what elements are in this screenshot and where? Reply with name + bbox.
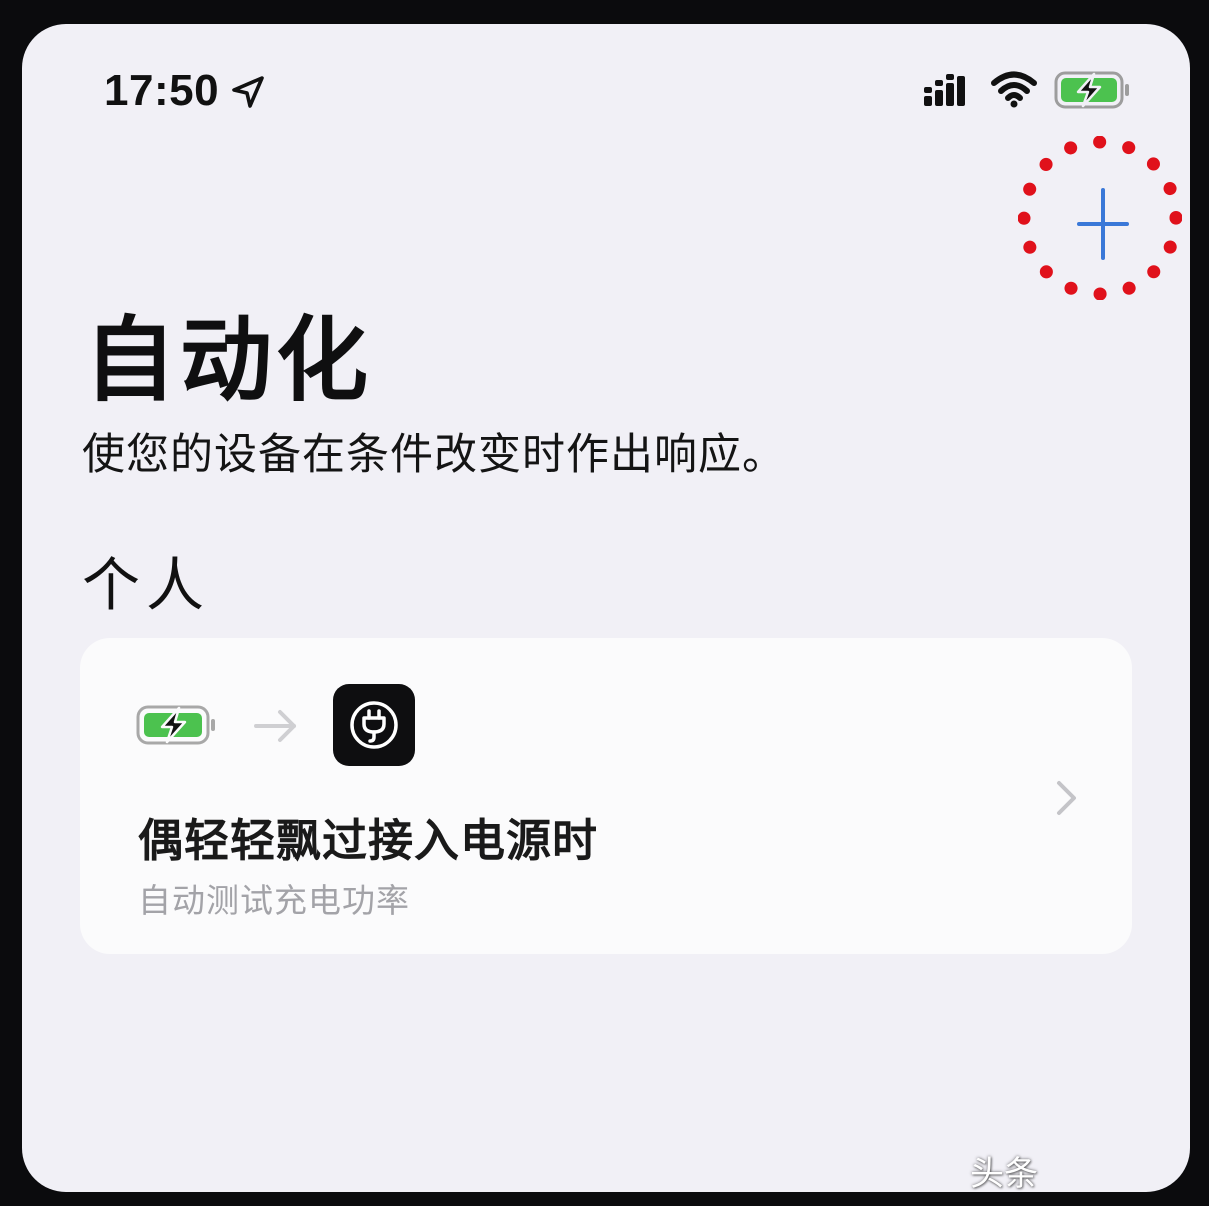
battery-charging-icon — [1054, 71, 1129, 109]
arrow-right-icon — [254, 710, 296, 742]
chevron-right-icon[interactable] — [1052, 778, 1082, 818]
cellular-signal-icon — [924, 74, 965, 106]
automation-card[interactable]: 偶轻轻飘过接入电源时 自动测试充电功率 — [80, 638, 1132, 954]
page-subtitle: 使您的设备在条件改变时作出响应。 — [82, 430, 786, 480]
watermark: 头条 @ITBang — [970, 1155, 1038, 1192]
location-arrow-icon — [232, 76, 264, 108]
automation-title: 偶轻轻飘过接入电源时 — [138, 814, 599, 867]
page-title: 自动化 — [84, 307, 373, 414]
add-automation-button[interactable] — [1018, 136, 1182, 300]
status-time: 17:50 — [104, 66, 220, 115]
plus-icon — [1077, 188, 1129, 260]
automation-description: 自动测试充电功率 — [138, 881, 410, 920]
automation-screen: 17:50 自动化 使您的设备在条件改变时作出响应。 个人 偶轻轻飘过接入电源时… — [22, 24, 1190, 1192]
power-plug-icon — [350, 701, 398, 749]
wifi-icon — [991, 71, 1037, 108]
battery-charging-icon — [136, 705, 215, 745]
power-plug-tile — [333, 684, 415, 766]
section-title-personal: 个人 — [82, 551, 211, 619]
